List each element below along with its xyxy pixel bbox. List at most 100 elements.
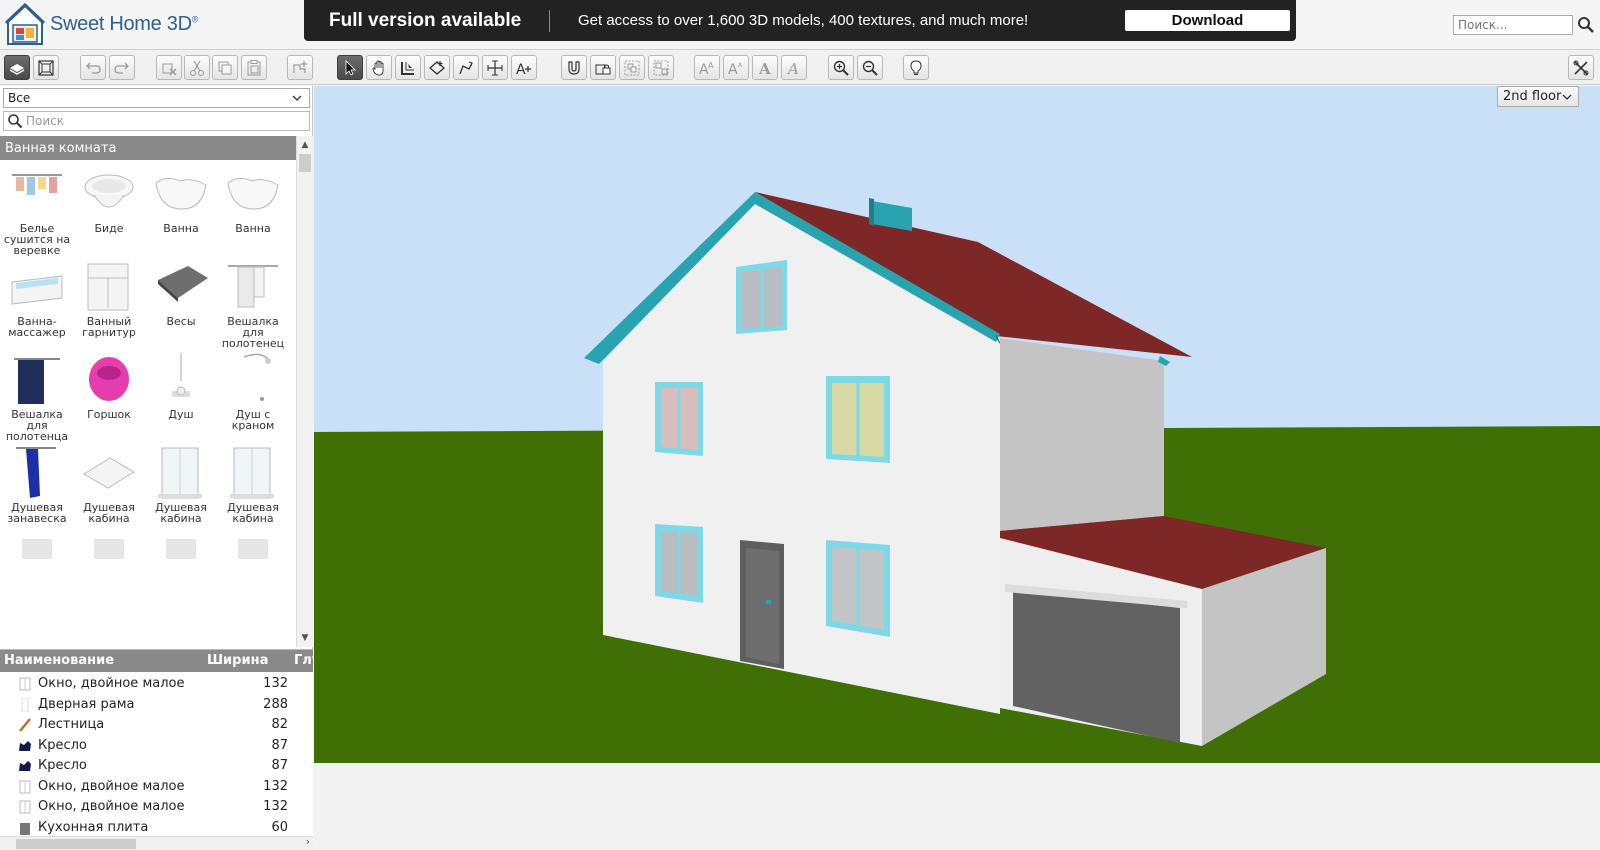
catalog-item[interactable]: Весы bbox=[145, 258, 217, 327]
preferences-button[interactable] bbox=[1568, 55, 1594, 80]
row-name: Окно, двойное малое bbox=[38, 676, 185, 691]
create-photo-button[interactable] bbox=[903, 55, 929, 80]
catalog-thumbnail-icon bbox=[166, 539, 196, 559]
table-row[interactable]: Кресло 87 bbox=[0, 756, 313, 776]
table-row[interactable]: Дверная рама 288 bbox=[0, 695, 313, 715]
furniture-list-table: Наименование Ширина Глу Окно, двойное ма… bbox=[0, 649, 320, 850]
3d-view[interactable] bbox=[314, 86, 1600, 763]
cut-button[interactable] bbox=[184, 55, 210, 80]
create-polylines-button[interactable] bbox=[453, 55, 479, 80]
table-row[interactable]: Окно, двойное малое 132 bbox=[0, 674, 313, 694]
add-text-button[interactable]: A bbox=[511, 55, 537, 80]
catalog-item[interactable]: Вешалка для полотенец bbox=[217, 258, 289, 349]
row-width: 87 bbox=[271, 758, 288, 773]
decrease-text-size-button[interactable]: AA bbox=[723, 55, 749, 80]
copy-button[interactable] bbox=[212, 55, 238, 80]
ungroup-button[interactable] bbox=[648, 55, 674, 80]
scroll-right-icon[interactable]: › bbox=[306, 835, 310, 848]
delete-button[interactable] bbox=[156, 55, 182, 80]
undo-button[interactable] bbox=[80, 55, 106, 80]
group-button[interactable] bbox=[619, 55, 645, 80]
row-width: 288 bbox=[263, 696, 288, 712]
magnetism-button[interactable] bbox=[561, 55, 587, 80]
catalog-item-label: Душевая занавеска bbox=[7, 501, 67, 525]
paste-button[interactable] bbox=[241, 55, 267, 80]
catalog-item[interactable]: Ванный гарнитур bbox=[73, 258, 145, 338]
view-3d-toggle-button[interactable] bbox=[4, 55, 30, 80]
pan-mode-button[interactable] bbox=[366, 55, 392, 80]
catalog-item[interactable]: Белье сушится на веревке bbox=[1, 165, 73, 256]
row-name: Дверная рама bbox=[38, 696, 135, 712]
catalog-item[interactable]: Душевая кабина bbox=[145, 444, 217, 524]
svg-text:A: A bbox=[516, 62, 526, 77]
column-name-header[interactable]: Наименование bbox=[4, 653, 114, 668]
table-row[interactable]: Кресло 87 bbox=[0, 736, 313, 756]
catalog-item[interactable]: Горшок bbox=[73, 351, 145, 420]
scroll-up-icon[interactable]: ▲ bbox=[297, 137, 313, 153]
table-horizontal-scrollbar[interactable]: › bbox=[0, 835, 313, 850]
bathroom-cabinet-icon bbox=[87, 263, 129, 311]
catalog-item-label: Душевая кабина bbox=[227, 501, 279, 525]
catalog-item[interactable]: Душ с краном bbox=[217, 351, 289, 431]
create-rooms-button[interactable] bbox=[424, 55, 450, 80]
catalog-item-label: Белье сушится на веревке bbox=[3, 222, 71, 257]
download-button[interactable]: Download bbox=[1125, 10, 1290, 31]
app-logo[interactable]: Sweet Home 3D® bbox=[4, 2, 198, 46]
catalog-item[interactable]: Ванна bbox=[217, 165, 289, 234]
zoom-in-button[interactable] bbox=[828, 55, 854, 80]
table-row[interactable]: Лестница 82 bbox=[0, 715, 313, 735]
catalog-item[interactable]: Вешалка для полотенца bbox=[1, 351, 73, 442]
level-selector[interactable]: 2nd floor bbox=[1497, 86, 1579, 107]
window-middle-right bbox=[826, 376, 890, 463]
select-mode-button[interactable] bbox=[337, 55, 363, 80]
catalog-item[interactable]: Душевая занавеска bbox=[1, 444, 73, 524]
window-icon bbox=[19, 677, 31, 691]
catalog-search-field[interactable]: Поиск bbox=[3, 111, 310, 131]
bold-text-button[interactable]: A bbox=[752, 55, 778, 80]
catalog-item[interactable]: Биде bbox=[73, 165, 145, 234]
catalog-item-label: Биде bbox=[94, 222, 124, 235]
scissors-icon bbox=[190, 60, 204, 76]
towel-rack-icon bbox=[228, 265, 278, 308]
lock-base-plan-button[interactable] bbox=[590, 55, 616, 80]
aerial-view-icon bbox=[9, 63, 25, 75]
catalog-item[interactable]: Ванна-массажер bbox=[1, 258, 73, 338]
table-row[interactable]: Окно, двойное малое 132 bbox=[0, 797, 313, 817]
add-furniture-button[interactable] bbox=[287, 55, 313, 80]
window-icon bbox=[19, 780, 31, 793]
catalog-scrollbar[interactable]: ▲ ▼ bbox=[296, 136, 313, 647]
category-filter-select[interactable]: Все bbox=[3, 88, 310, 108]
copy-icon bbox=[218, 61, 232, 74]
row-name: Окно, двойное малое bbox=[38, 799, 185, 814]
search-icon[interactable] bbox=[1577, 16, 1595, 34]
increase-text-size-button[interactable]: AA bbox=[694, 55, 720, 80]
table-row[interactable]: Кухонная плита 60 bbox=[0, 818, 313, 838]
scrollbar-thumb[interactable] bbox=[299, 154, 311, 172]
catalog-item[interactable]: Душевая кабина bbox=[73, 444, 145, 524]
catalog-item-partial[interactable] bbox=[73, 537, 145, 595]
column-width-header[interactable]: Ширина bbox=[207, 653, 268, 668]
catalog-item-label: Вешалка для полотенца bbox=[5, 408, 69, 443]
catalog-item-partial[interactable] bbox=[1, 537, 73, 595]
row-name: Кресло bbox=[38, 737, 87, 753]
catalog-item-partial[interactable] bbox=[217, 537, 289, 595]
group-icon bbox=[624, 60, 640, 75]
catalog-item[interactable]: Душ bbox=[145, 351, 217, 420]
catalog-item-label: Горшок bbox=[87, 408, 131, 421]
scroll-down-icon[interactable]: ▼ bbox=[297, 630, 313, 646]
site-search-input[interactable] bbox=[1453, 15, 1573, 35]
create-dimensions-button[interactable] bbox=[482, 55, 508, 80]
zoom-out-button[interactable] bbox=[857, 55, 883, 80]
shower-tap-icon bbox=[243, 353, 271, 401]
view-plan-toggle-button[interactable] bbox=[33, 55, 59, 80]
table-row[interactable]: Окно, двойное малое 132 bbox=[0, 777, 313, 797]
bathtub-icon bbox=[155, 177, 207, 210]
catalog-item-partial[interactable] bbox=[145, 537, 217, 595]
create-walls-button[interactable] bbox=[395, 55, 421, 80]
scrollbar-thumb[interactable] bbox=[16, 839, 136, 849]
italic-text-button[interactable]: A bbox=[781, 55, 807, 80]
catalog-item[interactable]: Душевая кабина bbox=[217, 444, 289, 524]
catalog-category-header[interactable]: Ванная комната bbox=[0, 136, 296, 160]
redo-button[interactable] bbox=[109, 55, 135, 80]
catalog-item[interactable]: Ванна bbox=[145, 165, 217, 234]
